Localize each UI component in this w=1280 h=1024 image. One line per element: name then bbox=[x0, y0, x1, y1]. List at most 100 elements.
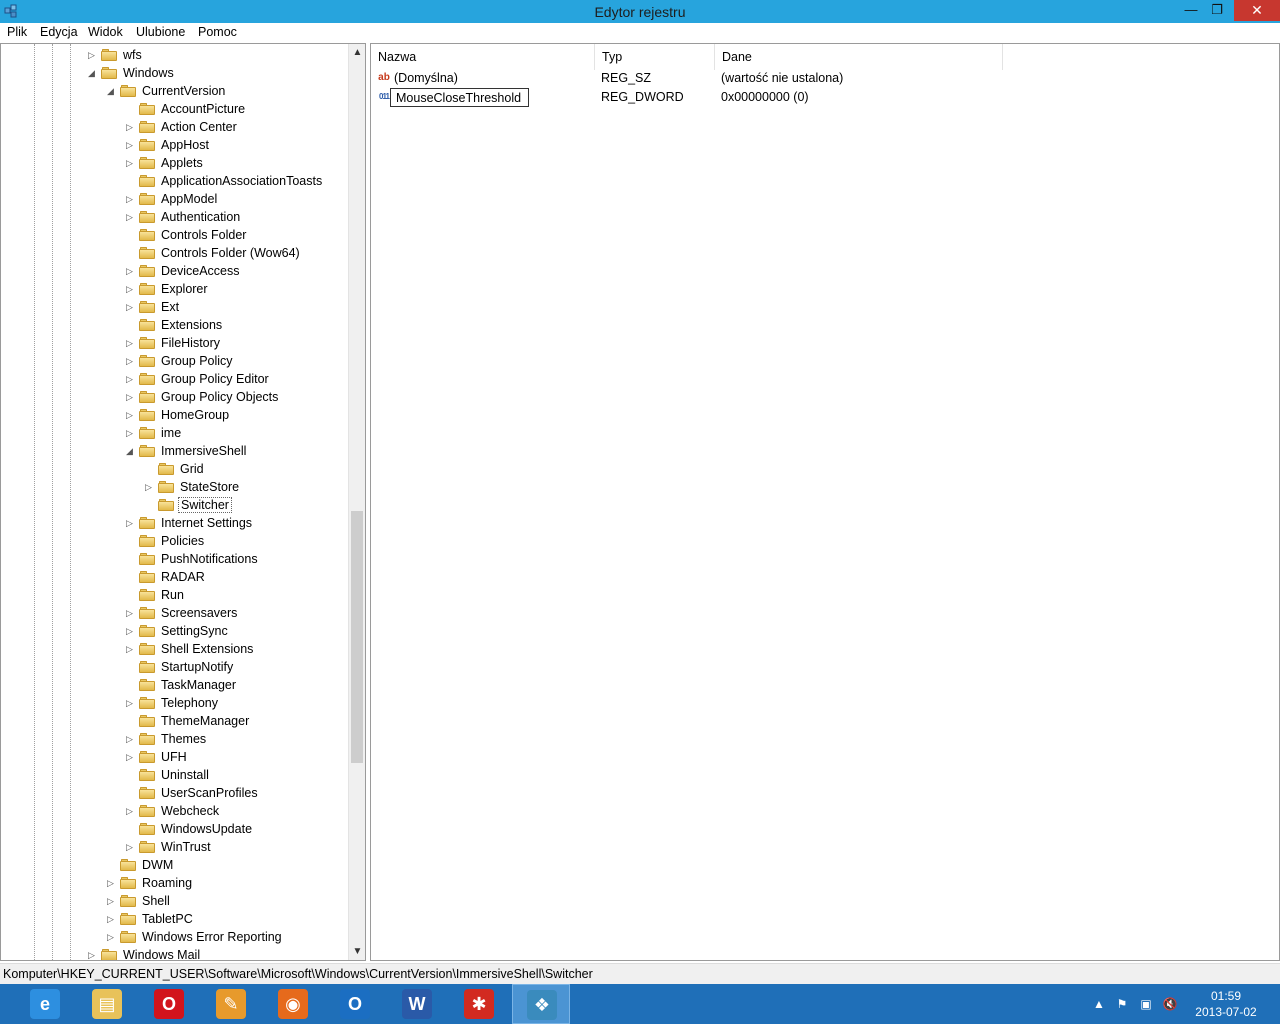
expand-arrow-icon[interactable]: ▷ bbox=[126, 157, 136, 169]
taskbar-app-file-explorer[interactable]: ▤ bbox=[78, 984, 136, 1024]
expand-arrow-icon[interactable]: ▷ bbox=[126, 751, 136, 763]
tree-node[interactable]: ▷ FileHistory bbox=[126, 334, 365, 352]
taskbar-app-outlook[interactable]: O bbox=[326, 984, 384, 1024]
expand-arrow-icon[interactable]: ▷ bbox=[126, 625, 136, 637]
taskbar-app-acrobat[interactable]: ✱ bbox=[450, 984, 508, 1024]
tree-node[interactable]: ▷ Internet Settings bbox=[126, 514, 365, 532]
expand-arrow-icon[interactable]: ▷ bbox=[126, 139, 136, 151]
system-clock[interactable]: 01:59 2013-07-02 bbox=[1186, 988, 1266, 1020]
tree-node[interactable]: ▷ Telephony bbox=[126, 694, 365, 712]
column-header-data[interactable]: Dane bbox=[715, 44, 1003, 70]
close-button[interactable]: ✕ bbox=[1234, 0, 1280, 21]
tree-node[interactable]: ▷ WinTrust bbox=[126, 838, 365, 856]
action-center-flag-icon[interactable]: ⚑ bbox=[1114, 996, 1130, 1012]
value-row[interactable]: ab (Domyślna) REG_SZ (wartość nie ustalo… bbox=[371, 69, 1271, 88]
scroll-up-arrow-icon[interactable]: ▲ bbox=[349, 44, 365, 61]
tree-scrollbar[interactable]: ▲ ▼ bbox=[348, 44, 365, 960]
tree-node[interactable]: ◢ ImmersiveShell bbox=[126, 442, 365, 460]
network-icon[interactable]: ▣ bbox=[1138, 996, 1154, 1012]
tree-node[interactable]: StartupNotify bbox=[126, 658, 365, 676]
minimize-button[interactable]: — bbox=[1178, 0, 1204, 21]
expand-arrow-icon[interactable]: ▷ bbox=[107, 877, 117, 889]
tree-node[interactable]: Switcher bbox=[145, 496, 365, 514]
expand-arrow-icon[interactable]: ▷ bbox=[126, 391, 136, 403]
menu-edit[interactable]: Edycja bbox=[40, 25, 78, 39]
expand-arrow-icon[interactable]: ▷ bbox=[126, 337, 136, 349]
tree-node[interactable]: PushNotifications bbox=[126, 550, 365, 568]
tree-node[interactable]: ▷ Screensavers bbox=[126, 604, 365, 622]
tree-node[interactable]: ▷ ime bbox=[126, 424, 365, 442]
expand-arrow-icon[interactable]: ▷ bbox=[126, 805, 136, 817]
tree-node[interactable]: ▷ Authentication bbox=[126, 208, 365, 226]
expand-arrow-icon[interactable]: ▷ bbox=[126, 733, 136, 745]
taskbar-app-word[interactable]: W bbox=[388, 984, 446, 1024]
expand-arrow-icon[interactable]: ▷ bbox=[126, 283, 136, 295]
expand-arrow-icon[interactable]: ▷ bbox=[107, 895, 117, 907]
expand-arrow-icon[interactable]: ▷ bbox=[126, 517, 136, 529]
tree-node[interactable]: ▷ StateStore bbox=[145, 478, 365, 496]
menu-help[interactable]: Pomoc bbox=[198, 25, 237, 39]
rename-input[interactable]: MouseCloseThreshold bbox=[390, 88, 529, 107]
menu-file[interactable]: Plik bbox=[7, 25, 27, 39]
expand-arrow-icon[interactable]: ▷ bbox=[107, 913, 117, 925]
tree-node[interactable]: ▷ UFH bbox=[126, 748, 365, 766]
expand-arrow-icon[interactable]: ▷ bbox=[126, 607, 136, 619]
column-header-name[interactable]: Nazwa bbox=[371, 44, 595, 70]
taskbar-app-opera[interactable]: O bbox=[140, 984, 198, 1024]
tree-node[interactable]: Run bbox=[126, 586, 365, 604]
tree-node[interactable]: ▷ Group Policy Objects bbox=[126, 388, 365, 406]
tree-node[interactable]: ▷ AppHost bbox=[126, 136, 365, 154]
expand-arrow-icon[interactable]: ▷ bbox=[126, 193, 136, 205]
tree-node[interactable]: AccountPicture bbox=[126, 100, 365, 118]
tree-node[interactable]: ▷ AppModel bbox=[126, 190, 365, 208]
tree-node[interactable]: ThemeManager bbox=[126, 712, 365, 730]
column-header-type[interactable]: Typ bbox=[595, 44, 715, 70]
restore-button[interactable]: ❐ bbox=[1204, 0, 1230, 21]
taskbar-app-registry-editor[interactable]: ❖ bbox=[512, 984, 570, 1024]
tree-node[interactable]: Controls Folder (Wow64) bbox=[126, 244, 365, 262]
values-list[interactable]: Nazwa Typ Dane ab (Domyślna) REG_SZ (war… bbox=[370, 43, 1280, 961]
show-hidden-icons-icon[interactable]: ▲ bbox=[1091, 996, 1107, 1012]
expand-arrow-icon[interactable]: ▷ bbox=[126, 265, 136, 277]
expand-arrow-icon[interactable]: ▷ bbox=[145, 481, 155, 493]
expand-arrow-icon[interactable]: ▷ bbox=[126, 373, 136, 385]
registry-tree[interactable]: ▷ wfs ◢ Windows ◢ CurrentVersion AccountPictur… bbox=[0, 43, 366, 961]
tree-node[interactable]: ▷ SettingSync bbox=[126, 622, 365, 640]
taskbar-app-internet-explorer[interactable]: e bbox=[16, 984, 74, 1024]
tree-node[interactable]: ApplicationAssociationToasts bbox=[126, 172, 365, 190]
expand-arrow-icon[interactable]: ▷ bbox=[126, 643, 136, 655]
tree-node[interactable]: ▷ Action Center bbox=[126, 118, 365, 136]
menu-view[interactable]: Widok bbox=[88, 25, 123, 39]
collapse-arrow-icon[interactable]: ◢ bbox=[88, 67, 98, 79]
tree-node[interactable]: RADAR bbox=[126, 568, 365, 586]
tree-node[interactable]: ◢ CurrentVersion bbox=[107, 82, 365, 100]
tree-node[interactable]: WindowsUpdate bbox=[126, 820, 365, 838]
menu-favorites[interactable]: Ulubione bbox=[136, 25, 185, 39]
expand-arrow-icon[interactable]: ▷ bbox=[126, 301, 136, 313]
tree-node[interactable]: ▷ DeviceAccess bbox=[126, 262, 365, 280]
tree-node[interactable]: ▷ Windows Mail bbox=[88, 946, 348, 960]
tree-node[interactable]: ▷ Applets bbox=[126, 154, 365, 172]
volume-muted-icon[interactable]: 🔇 bbox=[1162, 996, 1178, 1012]
expand-arrow-icon[interactable]: ▷ bbox=[107, 931, 117, 943]
tree-node[interactable]: ▷ Roaming bbox=[107, 874, 365, 892]
scroll-thumb[interactable] bbox=[351, 511, 363, 763]
tree-node[interactable]: ▷ Shell Extensions bbox=[126, 640, 365, 658]
tree-node[interactable]: DWM bbox=[107, 856, 365, 874]
expand-arrow-icon[interactable]: ▷ bbox=[126, 121, 136, 133]
expand-arrow-icon[interactable]: ▷ bbox=[126, 355, 136, 367]
tree-node[interactable]: ▷ wfs bbox=[88, 46, 348, 64]
expand-arrow-icon[interactable]: ▷ bbox=[88, 949, 98, 960]
tree-node[interactable]: UserScanProfiles bbox=[126, 784, 365, 802]
tree-node[interactable]: ▷ Shell bbox=[107, 892, 365, 910]
tree-node[interactable]: ▷ Themes bbox=[126, 730, 365, 748]
expand-arrow-icon[interactable]: ▷ bbox=[126, 409, 136, 421]
tree-node[interactable]: Extensions bbox=[126, 316, 365, 334]
tree-node[interactable]: Controls Folder bbox=[126, 226, 365, 244]
tree-node[interactable]: ◢ Windows bbox=[88, 64, 348, 82]
tree-node[interactable]: ▷ Group Policy bbox=[126, 352, 365, 370]
tree-node[interactable]: ▷ Ext bbox=[126, 298, 365, 316]
expand-arrow-icon[interactable]: ▷ bbox=[126, 427, 136, 439]
collapse-arrow-icon[interactable]: ◢ bbox=[107, 85, 117, 97]
value-row[interactable]: 011 MouseCloseThreshold REG_DWORD 0x0000… bbox=[371, 88, 1271, 107]
